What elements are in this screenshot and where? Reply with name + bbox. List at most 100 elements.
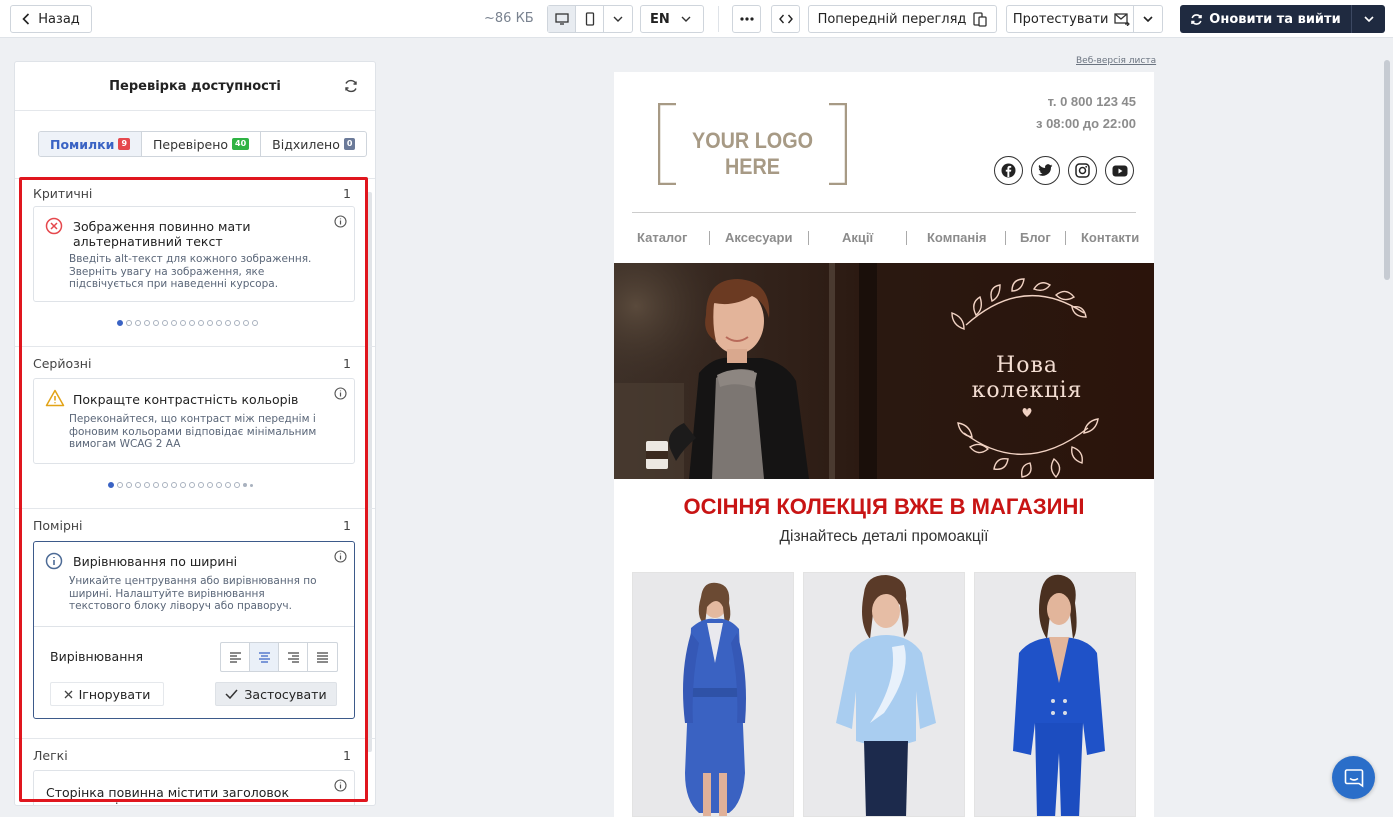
test-dropdown-button[interactable]: [1134, 16, 1162, 22]
social-links: [994, 156, 1134, 185]
page-dot[interactable]: [171, 482, 177, 488]
facebook-icon[interactable]: [994, 156, 1023, 185]
page-dot[interactable]: [135, 482, 141, 488]
nav-item-company[interactable]: Компанія: [927, 230, 986, 245]
card-divider: [34, 626, 354, 627]
chat-widget-button[interactable]: [1332, 756, 1375, 799]
page-dot[interactable]: [250, 483, 253, 487]
align-justify-icon: [317, 651, 328, 663]
align-center-button[interactable]: [250, 643, 279, 671]
page-dot[interactable]: [216, 320, 222, 326]
device-dropdown-button[interactable]: [604, 6, 632, 32]
align-right-button[interactable]: [279, 643, 308, 671]
code-view-button[interactable]: [771, 5, 800, 33]
nav-item-promotions[interactable]: Акції: [842, 230, 873, 245]
tab-errors[interactable]: Помилки 9: [39, 132, 143, 156]
web-version-link[interactable]: Веб-версія листа: [1076, 56, 1156, 66]
email-headline: ОСІННЯ КОЛЕКЦІЯ ВЖЕ В МАГАЗИНІ: [683, 494, 1085, 519]
nav-item-blog[interactable]: Блог: [1020, 230, 1051, 245]
page-dot[interactable]: [162, 482, 168, 488]
tab-rejected-label: Відхилено: [272, 136, 340, 152]
more-options-button[interactable]: [732, 5, 761, 33]
pagination-dots[interactable]: [108, 482, 253, 488]
page-dot[interactable]: [207, 482, 213, 488]
page-dot[interactable]: [135, 320, 141, 326]
page-dot[interactable]: [234, 482, 240, 488]
page-dot[interactable]: [117, 482, 123, 488]
page-dot[interactable]: [198, 482, 204, 488]
product-image-3[interactable]: [974, 572, 1136, 817]
product-photo: [804, 573, 964, 816]
page-dot[interactable]: [198, 320, 204, 326]
nav-item-catalog[interactable]: Каталог: [637, 230, 687, 245]
back-button[interactable]: Назад: [10, 5, 92, 33]
test-button[interactable]: Протестувати: [1010, 6, 1135, 32]
mobile-view-button[interactable]: [576, 6, 604, 32]
align-justify-button[interactable]: [308, 643, 337, 671]
apply-button[interactable]: Застосувати: [215, 682, 337, 706]
instagram-icon[interactable]: [1068, 156, 1097, 185]
page-dot[interactable]: [144, 320, 150, 326]
issue-card-contrast[interactable]: Покращте контрастність кольорів Перекона…: [33, 378, 355, 464]
page-dot[interactable]: [162, 320, 168, 326]
page-dot[interactable]: [153, 482, 159, 488]
page-dot[interactable]: [243, 483, 247, 487]
tab-checked[interactable]: Перевірено 40: [142, 132, 262, 156]
issue-card-alt-text[interactable]: Зображення повинно мати альтернативний т…: [33, 206, 355, 302]
page-dot[interactable]: [117, 320, 123, 326]
alignment-label: Вирівнювання: [50, 649, 144, 664]
page-dot[interactable]: [189, 482, 195, 488]
section-critical-title: Критичні: [33, 185, 93, 201]
product-image-1[interactable]: [632, 572, 794, 817]
page-dot[interactable]: [243, 320, 249, 326]
send-mail-icon: [1114, 12, 1131, 26]
page-dot[interactable]: [207, 320, 213, 326]
panel-title: Перевірка доступності: [109, 78, 281, 94]
tab-checked-label: Перевірено: [153, 136, 229, 152]
mobile-icon: [585, 12, 594, 26]
page-dot[interactable]: [144, 482, 150, 488]
panel-scrollbar[interactable]: [367, 192, 372, 752]
page-dot[interactable]: [225, 320, 231, 326]
twitter-icon[interactable]: [1031, 156, 1060, 185]
tab-rejected[interactable]: Відхилено 0: [261, 132, 366, 156]
product-image-2[interactable]: [803, 572, 965, 817]
update-exit-button[interactable]: Оновити та вийти: [1180, 5, 1351, 33]
page-dot[interactable]: [216, 482, 222, 488]
page-dot[interactable]: [153, 320, 159, 326]
page-dot[interactable]: [171, 320, 177, 326]
page-dot[interactable]: [108, 482, 114, 488]
info-icon[interactable]: [334, 215, 347, 228]
info-icon[interactable]: [334, 387, 347, 400]
preview-scrollbar[interactable]: [1384, 60, 1390, 280]
contact-info: т. 0 800 123 45 з 08:00 до 22:00: [1036, 91, 1136, 135]
align-left-button[interactable]: [221, 643, 250, 671]
page-dot[interactable]: [180, 320, 186, 326]
section-serious: Серйозні 1 Покращте контрастність кольор…: [20, 354, 366, 506]
pagination-dots[interactable]: [117, 320, 258, 326]
section-serious-count: 1: [343, 355, 351, 371]
section-serious-header: Серйозні 1: [20, 354, 366, 372]
refresh-icon[interactable]: [343, 78, 359, 94]
desktop-view-button[interactable]: [548, 6, 576, 32]
info-icon[interactable]: [334, 779, 347, 792]
issue-card-heading[interactable]: Сторінка повинна містити заголовок першо…: [33, 770, 355, 805]
youtube-icon[interactable]: [1105, 156, 1134, 185]
update-dropdown-button[interactable]: [1351, 5, 1385, 33]
issue-card-justify[interactable]: Вирівнювання по ширині Уникайте центрува…: [33, 541, 355, 719]
page-dot[interactable]: [225, 482, 231, 488]
page-dot[interactable]: [126, 320, 132, 326]
nav-item-contacts[interactable]: Контакти: [1081, 230, 1139, 245]
nav-item-accessories[interactable]: Аксесуари: [725, 230, 792, 245]
preview-button[interactable]: Попередній перегляд: [808, 5, 997, 33]
page-dot[interactable]: [189, 320, 195, 326]
page-dot[interactable]: [180, 482, 186, 488]
section-moderate: Помірні 1 Вирівнювання по ширині Уникайт…: [20, 516, 366, 736]
page-dot[interactable]: [234, 320, 240, 326]
page-dot[interactable]: [126, 482, 132, 488]
ignore-button[interactable]: Ігнорувати: [50, 682, 164, 706]
language-select[interactable]: EN: [640, 5, 704, 33]
page-dot[interactable]: [252, 320, 258, 326]
info-icon[interactable]: [334, 550, 347, 563]
close-icon: [64, 690, 73, 698]
